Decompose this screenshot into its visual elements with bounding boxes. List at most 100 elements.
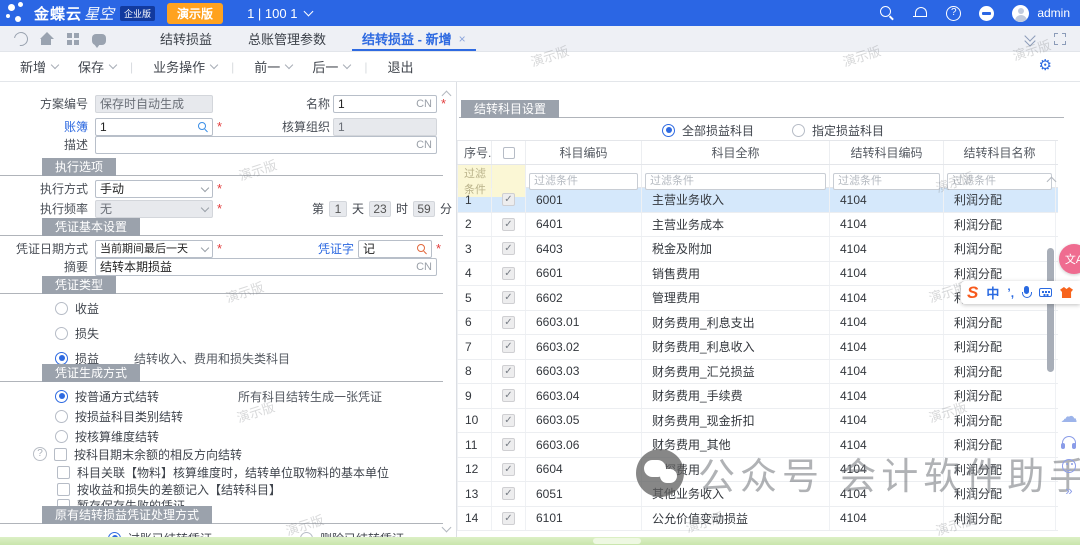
radio-icon[interactable] [662,124,675,137]
row-checkbox-cell[interactable]: ✓ [492,482,526,506]
scroll-down-icon[interactable] [442,523,452,533]
table-row[interactable]: 8 ✓ 6603.03 财务费用_汇兑损益 4104 利润分配 [457,360,1058,385]
target-name-cell[interactable]: 利润分配 [944,213,1056,237]
notification-bell-icon[interactable] [913,6,928,21]
checked-checkbox-icon[interactable]: ✓ [502,316,515,329]
headset-support-icon[interactable] [1061,436,1077,448]
account-code-cell[interactable]: 6051 [526,482,642,506]
tab-carryover-pl[interactable]: 结转损益 [142,26,230,51]
table-row[interactable]: 9 ✓ 6603.04 财务费用_手续费 4104 利润分配 [457,384,1058,409]
table-row[interactable]: 1 ✓ 6001 主营业务收入 4104 利润分配 [457,188,1058,213]
account-name-cell[interactable]: 财务费用_手续费 [642,384,830,408]
checked-checkbox-icon[interactable]: ✓ [502,242,515,255]
name-field[interactable]: 1CN [333,95,437,113]
gear-icon[interactable]: ⚙ [1039,58,1052,73]
sogou-logo-icon[interactable]: S [967,284,978,301]
ime-punctuation-toggle[interactable]: ’, [1007,286,1014,300]
target-code-cell[interactable]: 4104 [830,360,944,384]
checked-checkbox-icon[interactable]: ✓ [502,291,515,304]
table-row[interactable]: 3 ✓ 6403 税金及附加 4104 利润分配 [457,237,1058,262]
new-button[interactable]: 新增 [20,57,58,76]
check-difference-account[interactable]: 按收益和损失的差额记入【结转科目】 [57,481,281,497]
checked-checkbox-icon[interactable]: ✓ [502,365,515,378]
target-code-cell[interactable]: 4104 [830,433,944,457]
do-not-disturb-icon[interactable] [979,6,994,21]
scope-all-pl-accounts[interactable]: 全部损益科目 [662,122,754,138]
target-name-cell[interactable]: 利润分配 [944,360,1056,384]
account-name-cell[interactable]: 财务费用_汇兑损益 [642,360,830,384]
voucher-date-select[interactable]: 当前期间最后一天 [95,240,213,258]
target-code-cell[interactable]: 4104 [830,262,944,286]
row-checkbox-cell[interactable]: ✓ [492,384,526,408]
account-code-cell[interactable]: 6403 [526,237,642,261]
exec-method-select[interactable]: 手动 [95,180,213,198]
table-row[interactable]: 13 ✓ 6051 其他业务收入 4104 利润分配 [457,482,1058,507]
row-checkbox-cell[interactable]: ✓ [492,311,526,335]
row-checkbox-cell[interactable]: ✓ [492,360,526,384]
expand-more-icon[interactable]: » [1065,484,1072,497]
target-code-cell[interactable]: 4104 [830,384,944,408]
table-row[interactable]: 12 ✓ 6604 勘探费用 4104 利润分配 [457,458,1058,483]
target-name-cell[interactable]: 利润分配 [944,409,1056,433]
keyboard-icon[interactable] [1039,288,1052,297]
fullscreen-icon[interactable] [1054,33,1066,45]
target-code-cell[interactable]: 4104 [830,507,944,531]
checked-checkbox-icon[interactable]: ✓ [502,218,515,231]
next-button[interactable]: 后一 [312,57,350,76]
tab-carryover-pl-new[interactable]: 结转损益 - 新增 × [344,26,484,51]
target-code-cell[interactable]: 4104 [830,188,944,212]
check-material-unit[interactable]: 科目关联【物料】核算维度时，结转单位取物料的基本单位 [57,464,389,480]
close-icon[interactable]: × [459,32,466,46]
account-name-cell[interactable]: 主营业务成本 [642,213,830,237]
account-code-cell[interactable]: 6603.03 [526,360,642,384]
gen-by-dimension[interactable]: 按核算维度结转 [55,428,159,444]
table-scrollbar[interactable] [1047,188,1055,531]
target-code-cell[interactable]: 4104 [830,237,944,261]
row-checkbox-cell[interactable]: ✓ [492,188,526,212]
account-name-cell[interactable]: 财务费用_利息支出 [642,311,830,335]
col-account-name[interactable]: 科目全称 [642,141,830,164]
row-checkbox-cell[interactable]: ✓ [492,409,526,433]
radio-icon[interactable] [55,302,68,315]
exit-button[interactable]: 退出 [387,57,413,76]
target-name-cell[interactable]: 利润分配 [944,188,1056,212]
refresh-icon[interactable] [11,29,30,48]
account-code-cell[interactable]: 6602 [526,286,642,310]
filter-account-code-input[interactable]: 过滤条件 [529,173,638,190]
account-code-cell[interactable]: 6001 [526,188,642,212]
row-checkbox-cell[interactable]: ✓ [492,237,526,261]
account-name-cell[interactable]: 管理费用 [642,286,830,310]
target-code-cell[interactable]: 4104 [830,335,944,359]
checked-checkbox-icon[interactable]: ✓ [502,512,515,525]
home-icon[interactable] [40,32,54,46]
save-button[interactable]: 保存 [78,57,116,76]
help-icon[interactable]: ? [946,6,961,21]
radio-icon[interactable] [55,327,68,340]
col-target-code[interactable]: 结转科目编码 [830,141,944,164]
checked-checkbox-icon[interactable]: ✓ [502,193,515,206]
row-checkbox-cell[interactable]: ✓ [492,507,526,531]
table-row[interactable]: 7 ✓ 6603.02 财务费用_利息收入 4104 利润分配 [457,335,1058,360]
account-name-cell[interactable]: 其他业务收入 [642,482,830,506]
voucher-word-label[interactable]: 凭证字 [312,240,354,258]
account-code-cell[interactable]: 6603.06 [526,433,642,457]
account-code-cell[interactable]: 6603.04 [526,384,642,408]
avatar[interactable] [1012,5,1029,22]
checked-checkbox-icon[interactable]: ✓ [502,389,515,402]
gen-by-category[interactable]: 按损益科目类别结转 [55,408,183,424]
col-target-name[interactable]: 结转科目名称 [944,141,1056,164]
feedback-smiley-icon[interactable] [1062,459,1076,473]
account-name-cell[interactable]: 销售费用 [642,262,830,286]
target-name-cell[interactable]: 利润分配 [944,237,1056,261]
description-field[interactable]: CN [95,136,437,154]
col-account-code[interactable]: 科目编码 [526,141,642,164]
checked-checkbox-icon[interactable]: ✓ [502,487,515,500]
table-row[interactable]: 14 ✓ 6101 公允价值变动损益 4104 利润分配 [457,507,1058,532]
ime-language-toggle[interactable]: 中 [986,283,999,302]
account-name-cell[interactable]: 财务费用_利息收入 [642,335,830,359]
col-select[interactable] [492,141,526,164]
lookup-magnifier-icon[interactable] [198,122,208,132]
radio-icon[interactable] [792,124,805,137]
message-icon[interactable] [92,34,106,45]
checkbox-icon[interactable] [57,466,70,479]
